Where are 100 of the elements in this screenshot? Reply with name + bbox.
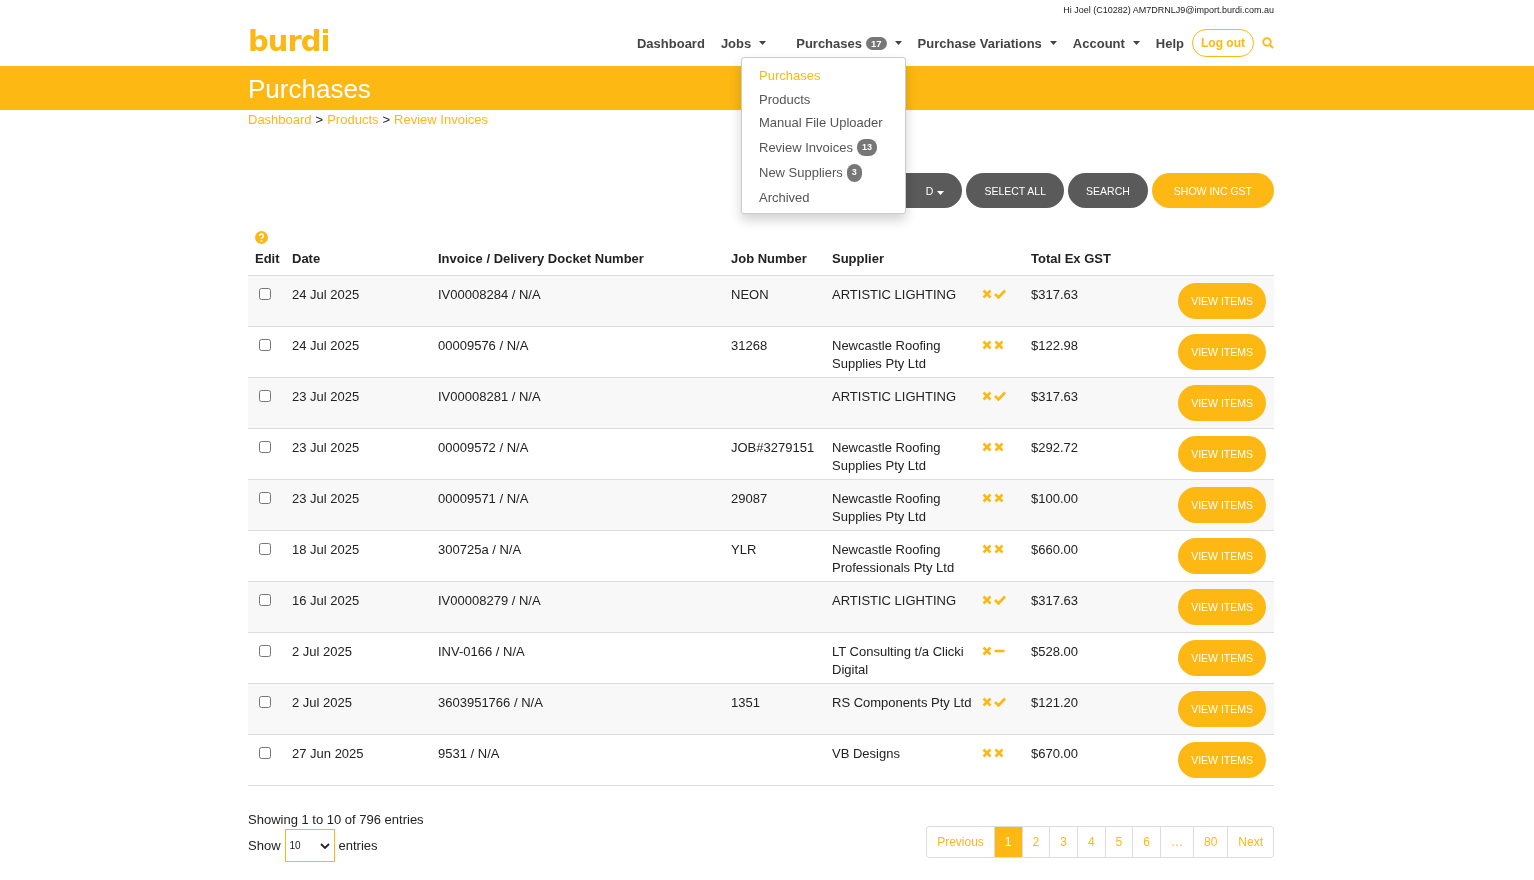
cross-icon — [982, 595, 992, 605]
breadcrumb-link[interactable]: Dashboard — [248, 112, 312, 127]
table-cell-text: 24 Jul 2025 — [292, 337, 361, 355]
view-items-button[interactable]: VIEW ITEMS — [1178, 742, 1266, 778]
menu-item[interactable]: Purchases — [742, 64, 905, 88]
action-button[interactable]: SEARCH — [1068, 173, 1148, 208]
entries-label: entries — [338, 838, 378, 853]
nav-link[interactable]: Jobs — [712, 35, 775, 51]
table-cell-text: 24 Jul 2025 — [292, 286, 361, 304]
table-cell-text: 23 Jul 2025 — [292, 490, 361, 508]
cross-icon — [994, 493, 1004, 503]
view-items-button[interactable]: VIEW ITEMS — [1178, 640, 1266, 676]
page-link[interactable]: 5 — [1104, 827, 1133, 857]
check-icon — [994, 697, 1006, 707]
table-cell: 1351 — [731, 695, 760, 710]
nav-link[interactable]: Purchase Variations — [909, 35, 1065, 51]
check-icon — [994, 289, 1006, 299]
cross-icon — [982, 544, 992, 554]
view-items-button[interactable]: VIEW ITEMS — [1178, 538, 1266, 574]
table-cell-text: INV-0166 / N/A — [438, 643, 526, 661]
logo[interactable]: burdi — [248, 24, 330, 58]
table-cell-text: Newcastle Roofing Professionals Pty Ltd — [832, 541, 956, 577]
table-cell-text: LT Consulting t/a Clicki Digital — [832, 643, 965, 679]
nav-link[interactable]: Account — [1064, 35, 1148, 51]
page-link[interactable]: 1 — [993, 827, 1022, 857]
cross-icon — [994, 442, 1004, 452]
row-checkbox[interactable] — [259, 339, 271, 351]
show-label: Show — [248, 838, 281, 853]
view-items-button[interactable]: VIEW ITEMS — [1178, 385, 1266, 421]
cross-icon — [994, 340, 1004, 350]
cross-icon — [982, 697, 992, 707]
check-icon — [994, 391, 1006, 401]
menu-item[interactable]: Review Invoices 13 — [742, 134, 905, 160]
column-header: Supplier — [832, 250, 885, 268]
menu-item[interactable]: Manual File Uploader — [742, 111, 905, 135]
breadcrumb-link[interactable]: Review Invoices — [394, 112, 489, 127]
cross-icon — [982, 442, 992, 452]
page-link[interactable]: 4 — [1076, 827, 1105, 857]
chevron-down-icon — [319, 842, 330, 849]
row-checkbox[interactable] — [259, 645, 271, 657]
table-cell-text: IV00008284 / N/A — [438, 286, 542, 304]
page-size-select[interactable]: 10 — [284, 829, 335, 862]
breadcrumb-separator: > — [315, 112, 324, 127]
caret-icon — [937, 190, 945, 195]
view-items-button[interactable]: VIEW ITEMS — [1178, 487, 1266, 523]
row-checkbox[interactable] — [259, 543, 271, 555]
nav-link[interactable]: Purchases 17 — [788, 35, 910, 51]
row-checkbox[interactable] — [259, 492, 271, 504]
check-icon — [994, 595, 1006, 605]
table-cell-text: 18 Jul 2025 — [292, 541, 361, 559]
view-items-button[interactable]: VIEW ITEMS — [1178, 283, 1266, 319]
table-cell-text: 9531 / N/A — [438, 745, 501, 763]
view-items-button[interactable]: VIEW ITEMS — [1178, 691, 1266, 727]
row-checkbox[interactable] — [259, 390, 271, 402]
table-cell-text: IV00008281 / N/A — [438, 388, 542, 406]
table-cell-text: $317.63 — [1031, 286, 1079, 304]
view-items-button[interactable]: VIEW ITEMS — [1178, 334, 1266, 370]
cross-icon — [982, 748, 992, 758]
table-cell-text: 23 Jul 2025 — [292, 388, 361, 406]
row-checkbox[interactable] — [259, 594, 271, 606]
table-cell-text: ARTISTIC LIGHTING — [832, 388, 957, 406]
count-badge: 13 — [856, 138, 877, 156]
page-link[interactable]: … — [1159, 827, 1193, 857]
table-cell-text: $670.00 — [1031, 745, 1079, 763]
row-checkbox[interactable] — [259, 441, 271, 453]
table-cell-text: 23 Jul 2025 — [292, 439, 361, 457]
breadcrumb-link[interactable]: Products — [327, 112, 379, 127]
action-button[interactable]: SELECT ALL — [966, 173, 1065, 208]
table-cell-text: 00009572 / N/A — [438, 439, 530, 457]
row-checkbox[interactable] — [259, 288, 271, 300]
table-cell-text: 2 Jul 2025 — [292, 643, 353, 661]
column-header: Date — [292, 250, 322, 268]
table-cell-text: $122.98 — [1031, 337, 1079, 355]
table-cell-text: $317.63 — [1031, 592, 1079, 610]
user-greeting: Hi Joel (C10282) AM7DRNLJ9@import.burdi.com.au — [1062, 4, 1274, 17]
breadcrumb-separator: > — [382, 112, 391, 127]
table-cell-text: Newcastle Roofing Supplies Pty Ltd — [832, 337, 942, 373]
row-checkbox[interactable] — [259, 696, 271, 708]
table-cell-text: $292.72 — [1031, 439, 1079, 457]
table-cell-text: VB Designs — [832, 745, 901, 763]
menu-item[interactable]: Products — [742, 87, 905, 111]
page-link[interactable]: 6 — [1132, 827, 1160, 857]
row-checkbox[interactable] — [259, 747, 271, 759]
action-button[interactable]: SHOW INC GST — [1151, 173, 1274, 208]
entries-info: Showing 1 to 10 of 796 entries — [248, 812, 424, 827]
page-link[interactable]: Next — [1227, 827, 1273, 857]
logout-button[interactable]: Log out — [1192, 29, 1254, 57]
view-items-button[interactable]: VIEW ITEMS — [1178, 436, 1266, 472]
page-link[interactable]: Previous — [927, 827, 994, 857]
table-cell-text: ARTISTIC LIGHTING — [832, 592, 957, 610]
cross-icon — [982, 340, 992, 350]
table-cell-text: $660.00 — [1031, 541, 1079, 559]
nav-link[interactable]: Help — [1147, 35, 1192, 51]
page-link[interactable]: 2 — [1021, 827, 1050, 857]
view-items-button[interactable]: VIEW ITEMS — [1178, 589, 1266, 625]
nav-link[interactable]: Dashboard — [628, 35, 713, 51]
page-link[interactable]: 80 — [1192, 827, 1228, 857]
cross-icon — [982, 646, 992, 656]
table-cell: 31268 — [731, 338, 768, 353]
page-link[interactable]: 3 — [1049, 827, 1077, 857]
